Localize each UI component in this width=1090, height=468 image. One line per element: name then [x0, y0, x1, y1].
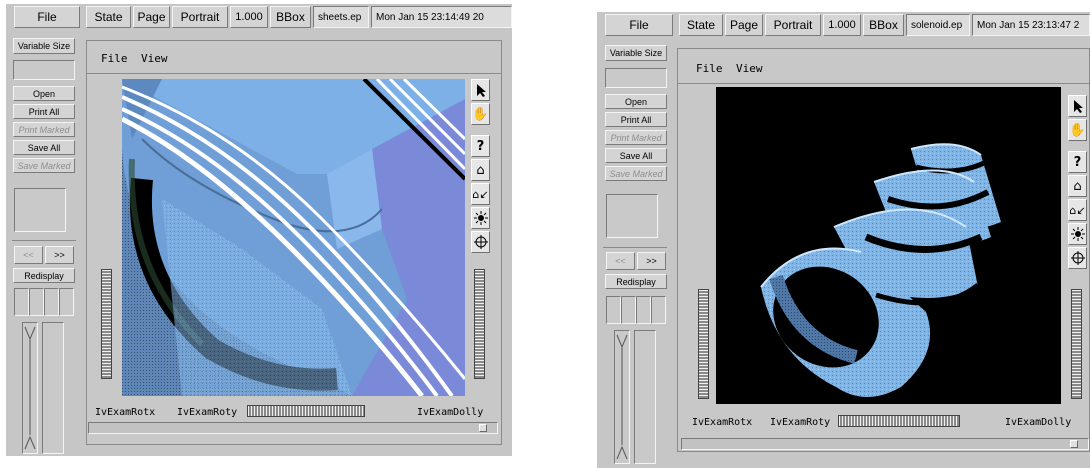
print-all-button[interactable]: Print All: [13, 104, 75, 119]
horizontal-scrollbar[interactable]: [681, 438, 1089, 450]
page-number-field[interactable]: [605, 68, 667, 88]
variable-size-button[interactable]: Variable Size: [13, 38, 75, 54]
viewer-panel: File View ✋ ? ⌂ ⌂↙ IvExamRotx IvExamRoty…: [677, 48, 1090, 452]
next-page-button[interactable]: >>: [637, 252, 666, 270]
viewer-menu-view[interactable]: View: [736, 62, 763, 75]
save-all-button[interactable]: Save All: [13, 140, 75, 155]
scale-button[interactable]: 1.000: [230, 6, 268, 28]
mark-cell[interactable]: [651, 296, 666, 324]
set-home-icon[interactable]: ⌂↙: [1068, 199, 1087, 221]
orientation-button[interactable]: Portrait: [172, 6, 228, 28]
save-marked-button[interactable]: Save Marked: [13, 158, 75, 173]
home-icon[interactable]: ⌂: [1068, 175, 1087, 197]
page-button[interactable]: Page: [725, 14, 763, 36]
help-question-icon[interactable]: ?: [471, 135, 490, 157]
print-marked-button[interactable]: Print Marked: [13, 122, 75, 137]
variable-size-button[interactable]: Variable Size: [605, 45, 667, 61]
mark-cell[interactable]: [621, 296, 636, 324]
menu-separator: [87, 73, 501, 74]
mark-cell[interactable]: [59, 288, 74, 316]
view-all-eye-icon[interactable]: [1068, 223, 1087, 245]
print-all-button[interactable]: Print All: [605, 112, 667, 127]
help-question-icon[interactable]: ?: [1068, 151, 1087, 173]
orientation-button[interactable]: Portrait: [765, 14, 821, 36]
ghostview-window-right: File State Page Portrait 1.000 BBox sole…: [597, 12, 1090, 468]
open-button[interactable]: Open: [13, 86, 75, 101]
solenoid-render: [716, 87, 1061, 404]
separator: [12, 240, 76, 241]
dolly-thumbwheel[interactable]: [474, 269, 485, 379]
dolly-label: IvExamDolly: [417, 407, 484, 418]
redisplay-button[interactable]: Redisplay: [13, 268, 75, 283]
mark-cell[interactable]: [44, 288, 59, 316]
rotx-thumbwheel[interactable]: [101, 269, 112, 379]
pointer-arrow-icon[interactable]: [1068, 95, 1087, 117]
sheets-render: [122, 79, 465, 396]
pointer-arrow-icon[interactable]: [471, 79, 490, 101]
mark-cell[interactable]: [29, 288, 44, 316]
bbox-button[interactable]: BBox: [270, 6, 311, 28]
vertical-scrollbar[interactable]: [614, 330, 630, 464]
rotx-label: IvExamRotx: [95, 407, 156, 418]
next-page-button[interactable]: >>: [45, 246, 74, 264]
filename-display: sheets.ep: [313, 6, 369, 28]
save-all-button[interactable]: Save All: [605, 148, 667, 163]
hand-icon[interactable]: ✋: [471, 103, 490, 125]
timestamp-display: Mon Jan 15 23:13:47 2: [972, 14, 1090, 36]
prev-page-button[interactable]: <<: [14, 246, 43, 264]
timestamp-display: Mon Jan 15 23:14:49 20: [371, 6, 512, 28]
prev-page-button[interactable]: <<: [606, 252, 635, 270]
print-marked-button[interactable]: Print Marked: [605, 130, 667, 145]
hand-icon[interactable]: ✋: [1068, 119, 1087, 141]
render-area-solenoid[interactable]: [716, 87, 1061, 404]
bbox-button[interactable]: BBox: [863, 14, 904, 36]
seek-crosshair-icon[interactable]: [471, 231, 490, 253]
file-menu-button[interactable]: File: [14, 6, 80, 28]
scroll-thumb-icon[interactable]: [23, 323, 37, 453]
set-home-icon[interactable]: ⌂↙: [471, 183, 490, 205]
mark-cell[interactable]: [14, 288, 29, 316]
menu-separator: [678, 83, 1090, 84]
vertical-scrollbar[interactable]: [22, 322, 38, 454]
scale-button[interactable]: 1.000: [823, 14, 861, 36]
viewer-menu-file[interactable]: File: [696, 62, 723, 75]
home-icon[interactable]: ⌂: [471, 159, 490, 181]
page-preview-box: [14, 188, 66, 232]
ghostview-window-left: File State Page Portrait 1.000 BBox shee…: [6, 4, 512, 456]
view-all-eye-icon[interactable]: [471, 207, 490, 229]
redisplay-button[interactable]: Redisplay: [605, 274, 667, 289]
page-preview-box: [606, 194, 658, 238]
mark-cell[interactable]: [606, 296, 621, 324]
seek-crosshair-icon[interactable]: [1068, 247, 1087, 269]
roty-thumbwheel[interactable]: [838, 415, 960, 427]
horizontal-scrollbar[interactable]: [88, 422, 498, 434]
filename-display: solenoid.ep: [906, 14, 970, 36]
rotx-label: IvExamRotx: [692, 417, 753, 428]
render-area-sheets[interactable]: [122, 79, 465, 396]
page-list[interactable]: [42, 322, 64, 454]
page-list[interactable]: [634, 330, 656, 464]
viewer-menu-file[interactable]: File: [101, 52, 128, 65]
roty-label: IvExamRoty: [177, 407, 238, 418]
horizontal-scroll-thumb[interactable]: [479, 424, 487, 432]
viewer-menu-view[interactable]: View: [141, 52, 168, 65]
mark-cell[interactable]: [636, 296, 651, 324]
horizontal-scroll-thumb[interactable]: [1070, 440, 1078, 448]
state-button[interactable]: State: [679, 14, 723, 36]
separator: [603, 247, 667, 248]
dolly-label: IvExamDolly: [1005, 417, 1072, 428]
open-button[interactable]: Open: [605, 94, 667, 109]
roty-thumbwheel[interactable]: [247, 405, 365, 417]
dolly-thumbwheel[interactable]: [1071, 289, 1082, 399]
file-menu-button[interactable]: File: [605, 14, 673, 36]
page-button[interactable]: Page: [133, 6, 170, 28]
roty-label: IvExamRoty: [770, 417, 831, 428]
state-button[interactable]: State: [86, 6, 131, 28]
scroll-thumb-icon[interactable]: [615, 331, 629, 463]
rotx-thumbwheel[interactable]: [698, 289, 709, 399]
save-marked-button[interactable]: Save Marked: [605, 166, 667, 181]
viewer-panel: File View ✋ ? ⌂ ⌂↙ IvExamRotx IvExamRoty…: [86, 40, 502, 445]
page-number-field[interactable]: [13, 60, 75, 80]
